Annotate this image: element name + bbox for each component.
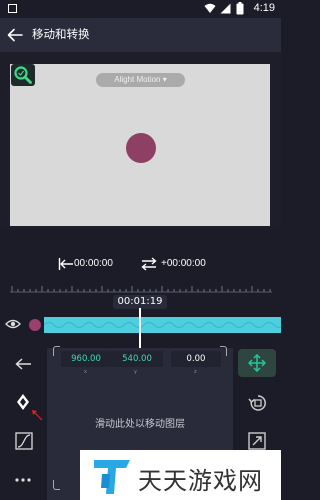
brand-logo-icon [94, 460, 130, 494]
drag-hint: 滑动此处以移动图层 [95, 419, 185, 430]
x-position-field[interactable]: 960.00 [61, 351, 111, 367]
status-bar: 4:19 [0, 0, 281, 18]
circle-layer[interactable] [126, 133, 156, 163]
move-tool-button[interactable] [238, 349, 276, 377]
signal-icon [220, 3, 231, 14]
site-watermark: 天天游戏网 [80, 450, 281, 500]
x-label: x [84, 369, 87, 375]
y-position-field[interactable]: 540.00 [111, 351, 163, 367]
duration-icon [141, 257, 157, 271]
easing-curve-icon[interactable] [15, 432, 33, 450]
brand-text: 天天游戏网 [138, 467, 263, 495]
layer-thumbnail[interactable] [27, 317, 43, 333]
annotation-arrow-icon [32, 410, 43, 421]
header-bar: 移动和转换 [0, 18, 281, 52]
keyframe-icon[interactable] [16, 393, 30, 411]
z-position-field[interactable]: 0.00 [171, 351, 221, 367]
zoom-badge[interactable] [11, 64, 35, 86]
back-arrow-icon[interactable] [14, 356, 32, 372]
panel-corner [53, 346, 60, 356]
track-pattern [44, 321, 281, 329]
current-time: 00:01:19 [113, 295, 167, 309]
z-label: z [194, 369, 197, 375]
notification-icon [8, 4, 17, 13]
wifi-icon [204, 3, 216, 13]
panel-corner [53, 480, 60, 490]
panel-corner [220, 346, 227, 356]
eye-icon[interactable] [5, 318, 21, 330]
move-arrows-icon [248, 354, 266, 372]
page-title: 移动和转换 [32, 27, 90, 41]
duration: +00:00:00 [161, 258, 206, 269]
battery-icon [236, 2, 244, 15]
back-arrow-icon[interactable] [6, 26, 24, 44]
y-label: y [134, 369, 137, 375]
magnifier-icon [14, 66, 32, 84]
more-icon[interactable] [15, 477, 31, 483]
playhead[interactable] [139, 308, 141, 348]
time-ruler[interactable] [10, 283, 272, 293]
start-time-icon [58, 258, 73, 270]
start-time: 00:00:00 [74, 258, 113, 269]
rotate-icon[interactable] [248, 393, 268, 413]
clock: 4:19 [253, 2, 275, 14]
scale-icon[interactable] [248, 432, 266, 450]
app-watermark[interactable]: Alight Motion ▾ [96, 73, 185, 87]
